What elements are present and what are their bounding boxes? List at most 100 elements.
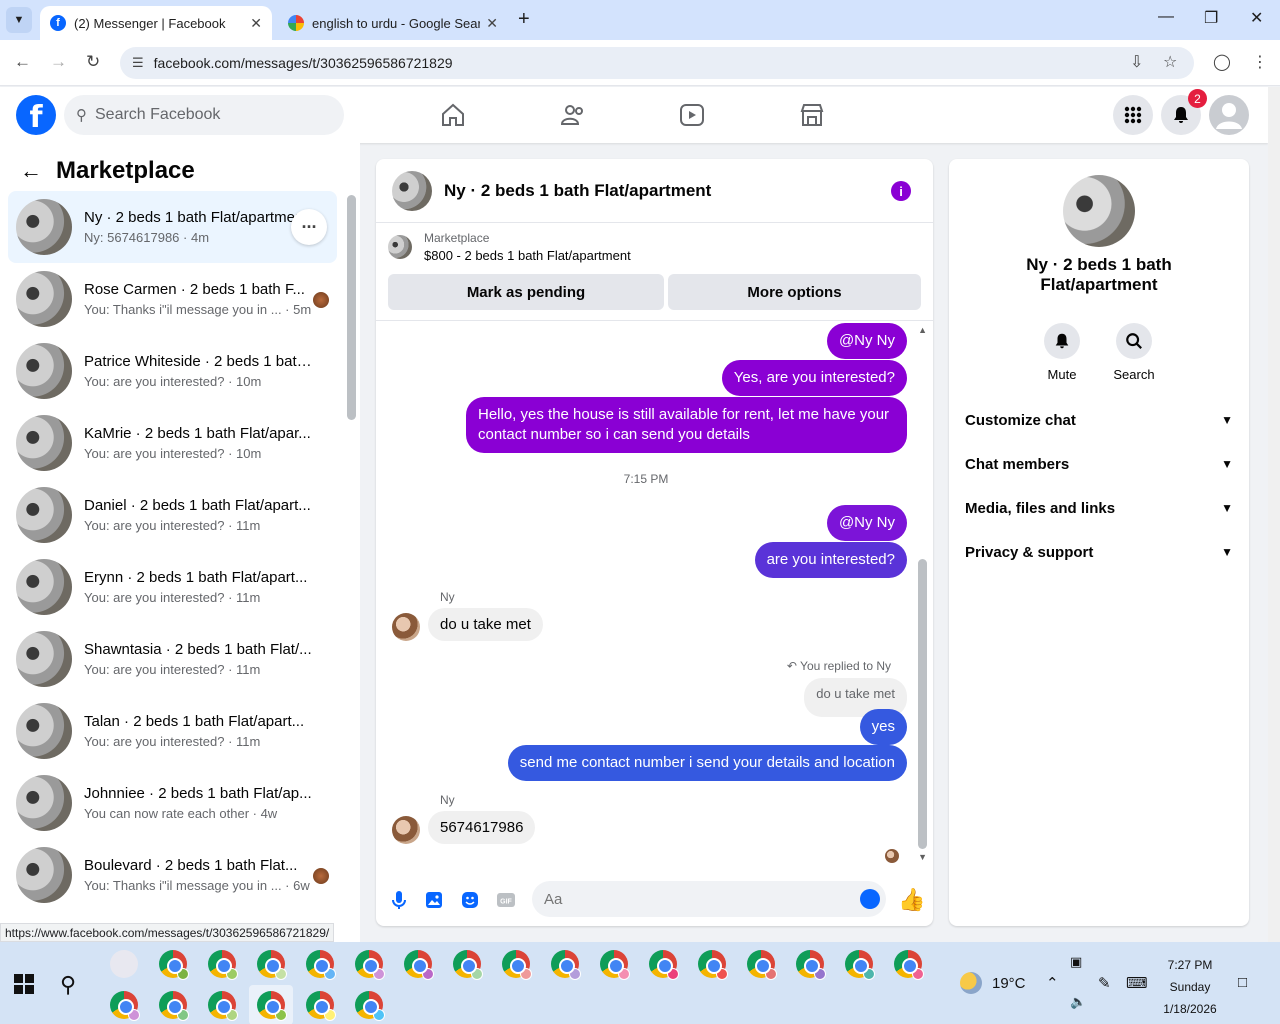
site-info-icon[interactable]: ☰ [132,55,144,71]
weather-widget[interactable]: 19°C [960,972,1026,994]
chrome-icon[interactable] [698,950,728,980]
profile-icon[interactable]: ◯ [1213,52,1231,72]
new-tab-button[interactable]: + [518,8,530,31]
outgoing-message[interactable]: yes [859,709,907,745]
message-input[interactable] [532,881,886,917]
account-avatar[interactable] [1209,95,1249,135]
address-bar[interactable]: ☰ facebook.com/messages/t/30362596586721… [120,47,1194,79]
contact-avatar[interactable] [392,816,420,844]
keyboard-icon[interactable]: ⌨ [1126,974,1148,992]
reload-icon[interactable]: ↻ [86,52,100,72]
chat-avatar[interactable] [392,170,432,211]
video-icon[interactable] [678,101,706,129]
more-options-icon[interactable]: ··· [291,209,327,245]
chrome-icon[interactable] [551,950,581,980]
conversation-item[interactable]: Talan · 2 beds 1 bath Flat/apart... You: … [8,695,337,767]
conversation-item[interactable]: Shawntasia · 2 beds 1 bath Flat/... You: … [8,623,337,695]
browser-menu-icon[interactable]: ⋮ [1252,52,1268,72]
notification-center-icon[interactable]: □ [1238,974,1247,991]
conversation-item[interactable]: Daniel · 2 beds 1 bath Flat/apart... You:… [8,479,337,551]
listing-summary[interactable]: Marketplace $800 - 2 beds 1 bath Flat/ap… [388,231,631,263]
search-button[interactable]: Search [1104,323,1164,382]
chrome-icon[interactable] [355,950,385,980]
tab-messenger[interactable]: f (2) Messenger | Facebook ✕ [40,6,272,40]
forward-arrow-icon[interactable]: → [50,52,67,72]
gif-icon[interactable]: GIF [495,889,517,911]
home-icon[interactable] [439,101,467,129]
minimize-window-button[interactable]: — [1158,8,1174,26]
more-options-button[interactable]: More options [668,274,921,310]
chrome-icon[interactable] [306,950,336,980]
windows-start-icon[interactable] [14,974,34,994]
restore-window-button[interactable]: ❐ [1204,8,1218,28]
thumbs-up-icon[interactable]: 👍 [898,887,925,913]
conversation-item[interactable]: Boulevard · 2 beds 1 bath Flat... You: Th… [8,839,337,911]
conversation-item[interactable]: Ny · 2 beds 1 bath Flat/apartment Ny: 567… [8,191,337,263]
chrome-icon[interactable] [894,950,924,980]
back-arrow-icon[interactable]: ← [14,52,31,72]
taskbar-clock[interactable]: 7:27 PM Sunday 1/18/2026 [1160,954,1220,1020]
taskbar-app-icon[interactable] [110,950,138,978]
scroll-down-arrow-icon[interactable]: ▼ [918,852,927,862]
listing-avatar[interactable] [1063,175,1135,247]
contact-avatar[interactable] [392,613,420,641]
menu-grid-button[interactable] [1113,95,1153,135]
chrome-icon[interactable] [110,991,140,1021]
conversation-item[interactable]: Patrice Whiteside · 2 beds 1 bath... You:… [8,335,337,407]
outgoing-message[interactable]: are you interested? [754,542,907,578]
incoming-message[interactable]: 5674617986 [428,811,536,844]
chrome-icon[interactable] [453,950,483,980]
chat-members-section[interactable]: Chat members ▼ [965,444,1233,484]
chrome-icon[interactable] [306,991,336,1021]
chat-title[interactable]: Ny · 2 beds 1 bath Flat/apartment [444,181,711,201]
chrome-icon[interactable] [257,991,287,1021]
photo-icon[interactable] [423,889,445,911]
close-tab-icon[interactable]: ✕ [486,15,498,32]
close-tab-icon[interactable]: ✕ [250,15,262,32]
privacy-support-section[interactable]: Privacy & support ▼ [965,532,1233,572]
chrome-icon[interactable] [502,950,532,980]
scroll-up-arrow-icon[interactable]: ▲ [918,325,927,335]
chrome-icon[interactable] [600,950,630,980]
pen-icon[interactable]: ✎ [1098,974,1111,992]
tab-search-menu-button[interactable]: ▼ [6,7,32,33]
mute-button[interactable]: Mute [1032,323,1092,382]
page-scrollbar[interactable] [1268,87,1280,942]
outgoing-message[interactable]: Yes, are you interested? [721,360,907,396]
chrome-icon[interactable] [208,950,238,980]
chrome-icon[interactable] [159,991,189,1021]
conversation-list-scrollbar[interactable] [347,195,356,420]
chevron-up-icon[interactable]: ⌃ [1046,974,1059,992]
conversation-item[interactable]: Johnniee · 2 beds 1 bath Flat/ap... You c… [8,767,337,839]
sticker-icon[interactable] [459,889,481,911]
info-icon[interactable]: i [891,181,911,201]
emoji-icon[interactable] [860,889,880,909]
customize-chat-section[interactable]: Customize chat ▼ [965,400,1233,440]
chrome-icon[interactable] [845,950,875,980]
chrome-icon[interactable] [159,950,189,980]
microphone-icon[interactable] [388,889,410,911]
incoming-message[interactable]: do u take met [428,608,543,641]
bookmark-star-icon[interactable]: ☆ [1163,52,1177,72]
notifications-button[interactable]: 2 [1161,89,1207,135]
marketplace-icon[interactable] [798,101,826,129]
chrome-icon[interactable] [208,991,238,1021]
conversation-item[interactable]: Erynn · 2 beds 1 bath Flat/apart... You: … [8,551,337,623]
conversation-item[interactable]: KaMrie · 2 beds 1 bath Flat/apar... You: … [8,407,337,479]
media-files-links-section[interactable]: Media, files and links ▼ [965,488,1233,528]
conversation-item[interactable]: Rose Carmen · 2 beds 1 bath F... You: Tha… [8,263,337,335]
install-app-icon[interactable]: ⇩ [1130,52,1143,72]
outgoing-message[interactable]: send me contact number i send your detai… [507,745,907,781]
chat-scrollbar[interactable] [918,559,927,849]
chrome-icon[interactable] [649,950,679,980]
taskbar-search-icon[interactable]: ⚲ [60,972,76,998]
chrome-icon[interactable] [796,950,826,980]
outgoing-message[interactable]: Hello, yes the house is still available … [466,397,907,453]
back-arrow-icon[interactable]: ← [20,158,42,184]
tab-google-search[interactable]: english to urdu - Google Searc ✕ [278,6,508,40]
close-window-button[interactable]: ✕ [1250,8,1263,28]
facebook-search-input[interactable]: ⚲ Search Facebook [64,95,344,135]
meet-now-icon[interactable]: ▣ [1070,954,1082,970]
outgoing-message[interactable]: @Ny Ny [826,323,907,359]
facebook-logo[interactable]: f [16,95,56,135]
